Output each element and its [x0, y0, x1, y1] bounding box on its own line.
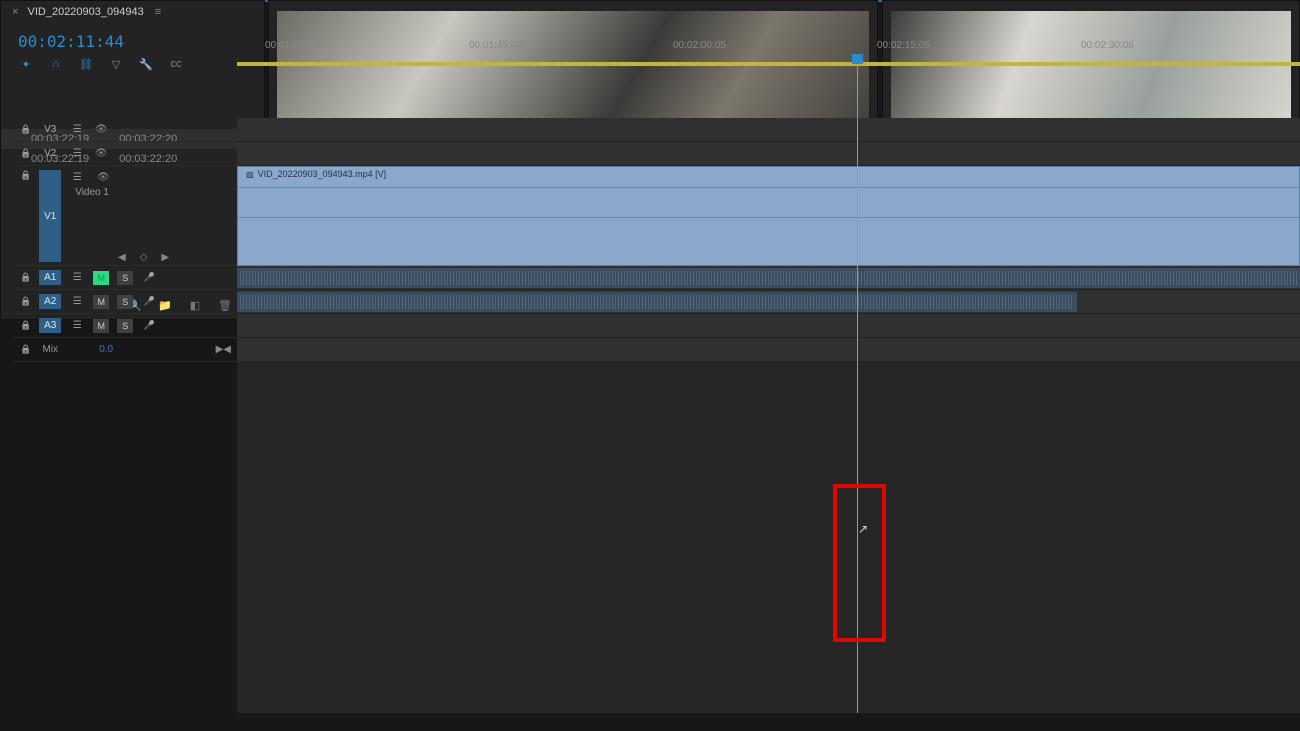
track-target-v1[interactable]: V1: [39, 170, 61, 262]
track-label: V3: [39, 124, 61, 135]
solo-button[interactable]: S: [117, 319, 133, 333]
timeline-track-area[interactable]: VID_20220903_094943.mp4 [V]: [237, 118, 1300, 713]
sync-lock-icon[interactable]: ☰: [69, 124, 85, 135]
track-header-a1[interactable]: A1 ☰ MS: [14, 266, 237, 290]
track-label: V2: [39, 148, 61, 159]
ruler-tick: 00:01:45:04: [469, 40, 522, 51]
voiceover-icon[interactable]: [141, 272, 157, 283]
collapse-icon[interactable]: ▶◀: [216, 344, 231, 355]
playhead[interactable]: [857, 56, 858, 713]
track-name: Video 1: [75, 187, 111, 198]
track-a2-lane[interactable]: [237, 290, 1300, 314]
toggle-track-output-icon[interactable]: [93, 148, 109, 159]
lock-icon[interactable]: [20, 170, 31, 181]
ruler-tick: 00:02:30:06: [1081, 40, 1134, 51]
timeline-tools: ✦ ∩ ⛓ ▽ 🔧 cc: [18, 56, 184, 72]
audio-clip[interactable]: [237, 268, 1300, 288]
toggle-track-output-icon[interactable]: [95, 172, 111, 183]
track-mix-lane[interactable]: [237, 338, 1300, 362]
ruler-tick: 00:01:30:03: [265, 40, 318, 51]
track-label: Mix: [39, 344, 61, 355]
voiceover-icon[interactable]: [141, 296, 157, 307]
track-a3-lane[interactable]: [237, 314, 1300, 338]
track-header-a2[interactable]: A2 ☰ MS: [14, 290, 237, 314]
next-keyframe-icon[interactable]: ▶: [161, 252, 169, 263]
mouse-cursor-icon: ↗: [858, 522, 868, 536]
lock-icon[interactable]: [20, 148, 31, 159]
track-target-a3[interactable]: A3: [39, 318, 61, 333]
track-v1-lane[interactable]: VID_20220903_094943.mp4 [V]: [237, 166, 1300, 266]
track-target-a2[interactable]: A2: [39, 294, 61, 309]
track-header-v1[interactable]: V1 ☰ Video 1 ◀ ◇ ▶: [14, 166, 237, 266]
close-tab-icon[interactable]: ×: [12, 6, 18, 18]
track-v2-lane[interactable]: [237, 142, 1300, 166]
sync-lock-icon[interactable]: ☰: [69, 272, 85, 283]
ruler-tick: 00:02:00:05: [673, 40, 726, 51]
tab-menu-icon[interactable]: ≡: [155, 6, 161, 18]
linked-selection-icon[interactable]: ⛓: [78, 56, 94, 72]
voiceover-icon[interactable]: [141, 320, 157, 331]
track-header-v3[interactable]: V3 ☰: [14, 118, 237, 142]
timeline-playhead-timecode[interactable]: 00:02:11:44: [18, 32, 124, 51]
track-header-mix[interactable]: Mix 0.0 ▶◀: [14, 338, 237, 362]
keyframe-controls: ◀ ◇ ▶: [118, 252, 169, 263]
audio-clip[interactable]: [237, 292, 1077, 312]
lock-icon[interactable]: [20, 320, 31, 331]
sync-lock-icon[interactable]: ☰: [69, 320, 85, 331]
sync-lock-icon[interactable]: ☰: [69, 148, 85, 159]
magnet-icon[interactable]: ∩: [48, 56, 64, 72]
video-clip[interactable]: VID_20220903_094943.mp4 [V]: [237, 166, 1300, 266]
track-a1-lane[interactable]: [237, 266, 1300, 290]
toggle-track-output-icon[interactable]: [93, 124, 109, 135]
sync-lock-icon[interactable]: ☰: [69, 296, 85, 307]
ruler-tick: 00:02:15:05: [877, 40, 930, 51]
lock-icon[interactable]: [20, 272, 31, 283]
lock-icon[interactable]: [20, 124, 31, 135]
mix-value[interactable]: 0.0: [99, 344, 113, 355]
solo-button[interactable]: S: [117, 271, 133, 285]
track-v3-lane[interactable]: [237, 118, 1300, 142]
sequence-name: VID_20220903_094943: [28, 6, 144, 18]
solo-button[interactable]: S: [117, 295, 133, 309]
work-area-bar[interactable]: [237, 62, 1300, 66]
prev-keyframe-icon[interactable]: ◀: [118, 252, 126, 263]
sync-lock-icon[interactable]: ☰: [69, 172, 85, 183]
settings-icon[interactable]: 🔧: [138, 56, 154, 72]
marker-icon[interactable]: ▽: [108, 56, 124, 72]
captions-icon[interactable]: cc: [168, 56, 184, 72]
track-headers: V3☰ V2☰ V1 ☰ Video 1 ◀ ◇ ▶ A1☰MS A2☰MS A…: [14, 118, 237, 362]
mute-button[interactable]: M: [93, 319, 109, 333]
lock-icon[interactable]: [20, 296, 31, 307]
sequence-tab[interactable]: × VID_20220903_094943 ≡: [12, 6, 161, 18]
mute-button[interactable]: M: [93, 271, 109, 285]
track-header-v2[interactable]: V2 ☰: [14, 142, 237, 166]
lock-icon[interactable]: [20, 344, 31, 355]
add-keyframe-icon[interactable]: ◇: [140, 252, 148, 263]
snap-icon[interactable]: ✦: [18, 56, 34, 72]
clip-label: VID_20220903_094943.mp4 [V]: [246, 169, 386, 179]
track-header-a3[interactable]: A3 ☰ MS: [14, 314, 237, 338]
mute-button[interactable]: M: [93, 295, 109, 309]
track-target-a1[interactable]: A1: [39, 270, 61, 285]
